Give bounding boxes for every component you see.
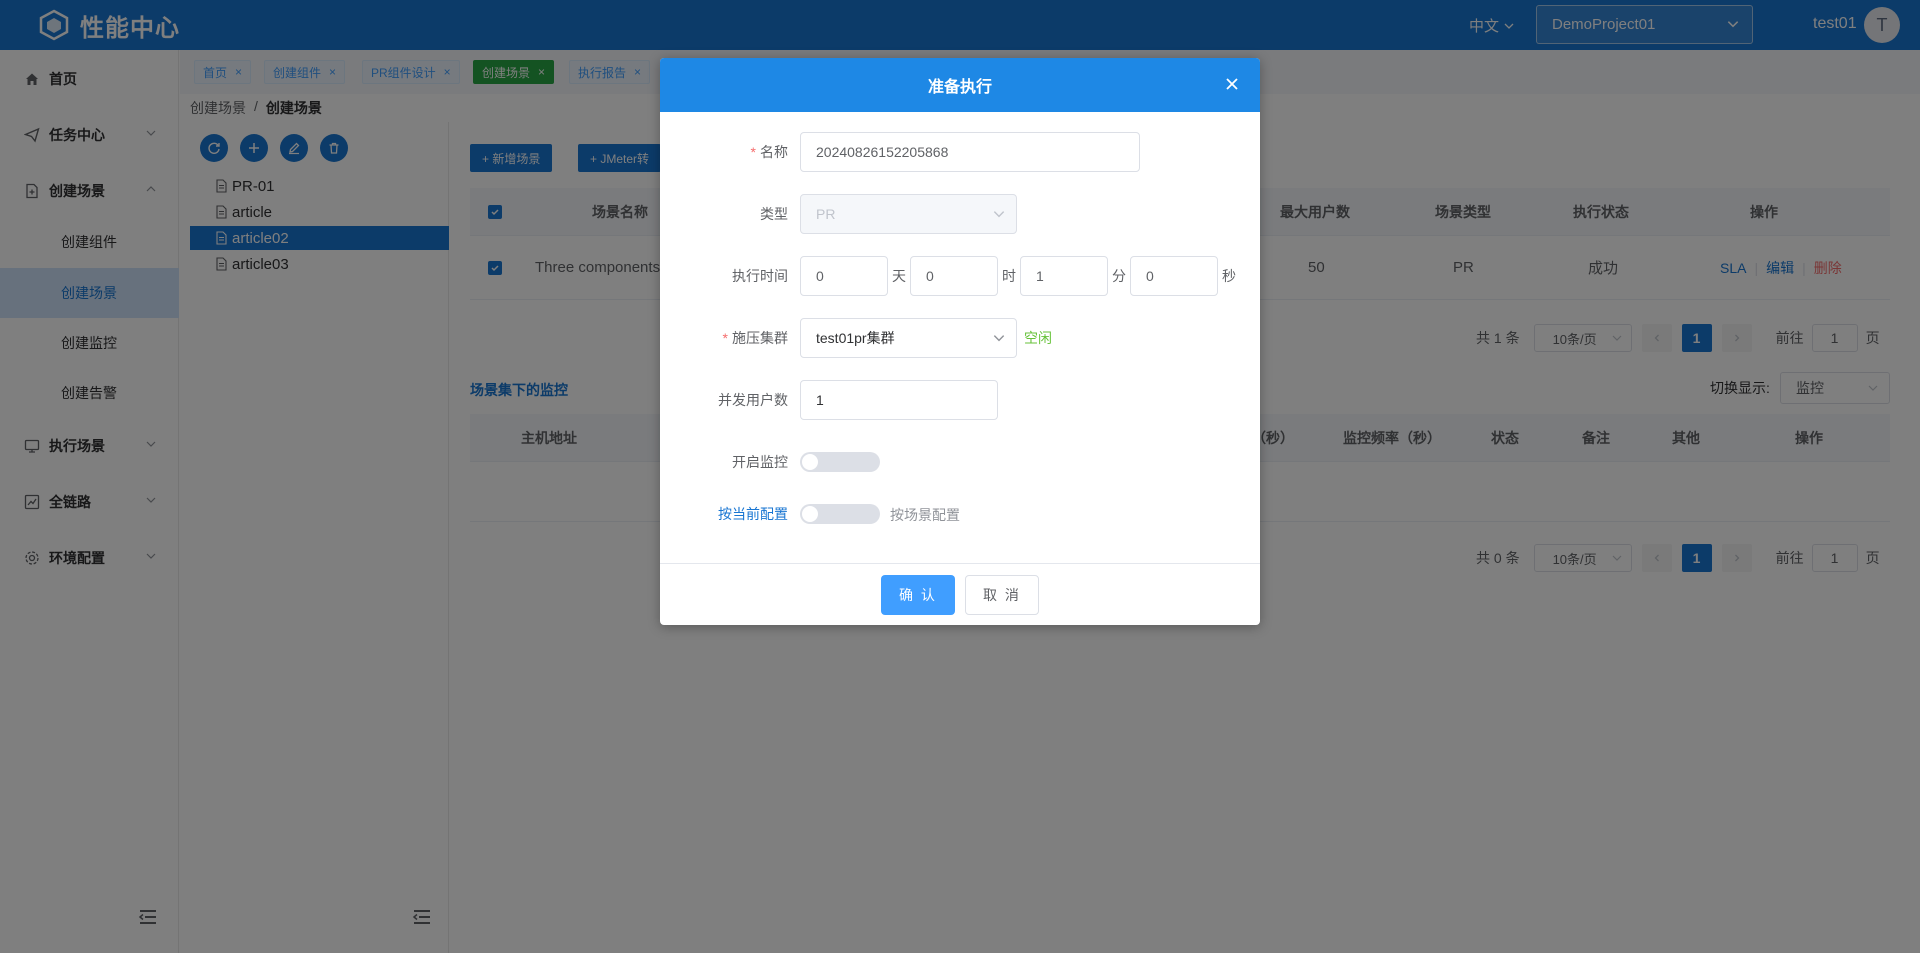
current-config-label: 按当前配置 [718,506,788,522]
seconds-unit: 秒 [1222,268,1236,284]
minutes-unit: 分 [1112,268,1126,284]
form-row-users: 并发用户数 1 [660,380,1260,420]
name-label: * 名称 [750,144,788,160]
exec-time-label: 执行时间 [732,268,788,284]
name-input[interactable]: 20240826152205868 [800,132,1140,172]
chevron-down-icon [993,211,1005,218]
type-label: 类型 [760,206,788,222]
confirm-button[interactable]: 确 认 [881,575,955,615]
dialog-title: 准备执行 [927,79,992,96]
form-row-name: * 名称 20240826152205868 [660,132,1260,172]
monitor-toggle[interactable] [800,452,880,472]
days-input[interactable]: 0 [800,256,888,296]
form-row-type: 类型 PR [660,194,1260,234]
cluster-status: 空闲 [1024,330,1052,346]
hours-input[interactable]: 0 [910,256,998,296]
config-toggle[interactable] [800,504,880,524]
form-row-config: 按当前配置 按场景配置 [660,494,1260,534]
scene-config-label: 按场景配置 [890,507,960,523]
users-label: 并发用户数 [718,392,788,408]
seconds-input[interactable]: 0 [1130,256,1218,296]
prepare-execution-dialog: 准备执行 * 名称 20240826152205868 类型 PR 执行时间 0 … [660,58,1260,625]
form-row-exec-time: 执行时间 0 天 0 时 1 分 0 秒 [660,256,1260,296]
dialog-header: 准备执行 [660,58,1260,112]
cluster-select[interactable]: test01pr集群 [800,318,1017,358]
form-row-monitor: 开启监控 [660,442,1260,482]
monitor-label: 开启监控 [732,454,788,470]
minutes-input[interactable]: 1 [1020,256,1108,296]
days-unit: 天 [892,268,906,284]
chevron-down-icon [993,335,1005,342]
concurrent-users-input[interactable]: 1 [800,380,998,420]
hours-unit: 时 [1002,268,1016,284]
type-select: PR [800,194,1017,234]
cancel-button[interactable]: 取 消 [965,575,1039,615]
cluster-label: * 施压集群 [722,330,788,346]
close-icon[interactable] [1224,76,1240,92]
dialog-footer: 确 认 取 消 [660,563,1260,625]
form-row-cluster: * 施压集群 test01pr集群 空闲 [660,318,1260,358]
